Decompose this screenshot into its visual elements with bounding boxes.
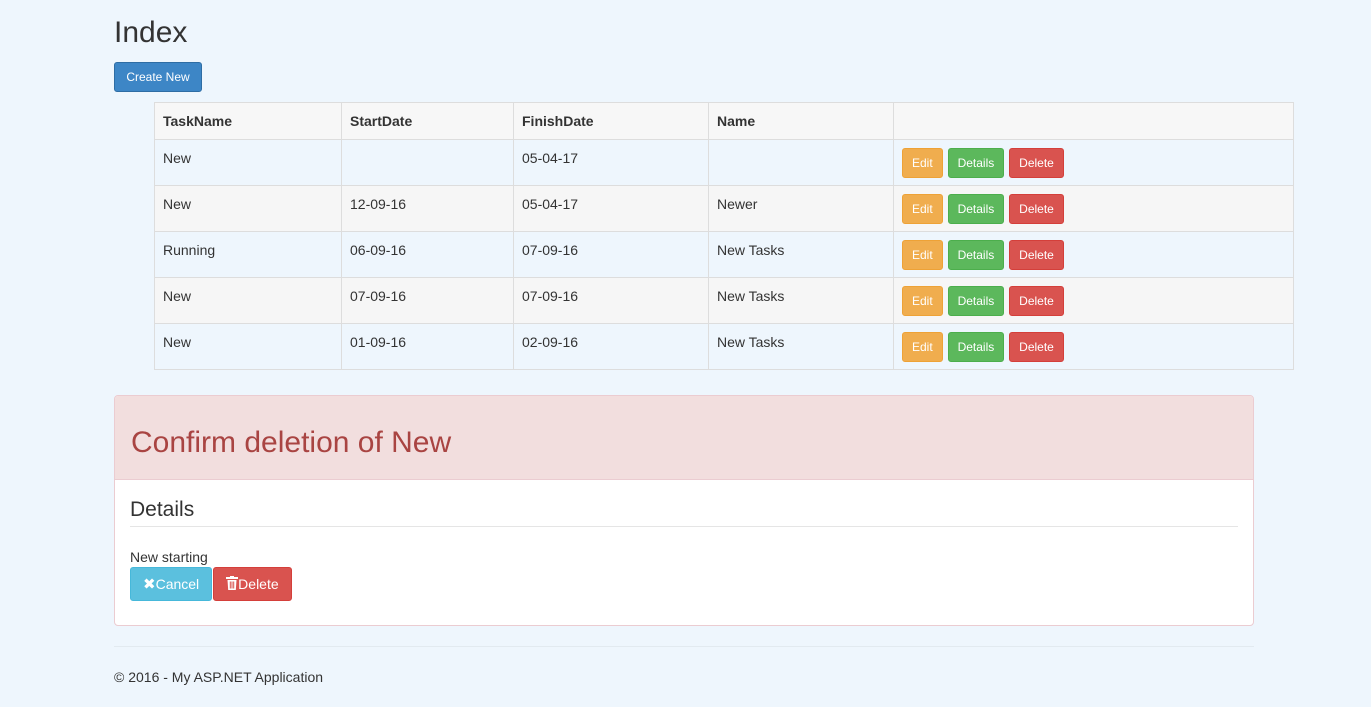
cell-start-date — [341, 139, 514, 186]
cell-actions: Edit Details Delete — [893, 139, 1294, 186]
column-header-name: Name — [708, 102, 894, 140]
cancel-label: Cancel — [155, 576, 200, 592]
remove-icon: ✖ — [143, 576, 156, 593]
cell-task-name: Running — [154, 231, 342, 278]
table-row: Running 06-09-16 07-09-16 New Tasks Edit… — [154, 231, 1294, 278]
details-button[interactable]: Details — [947, 331, 1005, 362]
cell-finish-date: 07-09-16 — [513, 277, 709, 324]
table-header-row: TaskName StartDate FinishDate Name — [154, 102, 1294, 140]
delete-button[interactable]: Delete — [1009, 285, 1064, 316]
cell-task-name: New — [154, 277, 342, 324]
delete-button[interactable]: Delete — [1009, 193, 1064, 224]
delete-button[interactable]: Delete — [1009, 331, 1064, 362]
detail-text: New starting — [130, 549, 208, 565]
cell-start-date: 07-09-16 — [341, 277, 514, 324]
cell-actions: Edit Details Delete — [893, 185, 1294, 232]
edit-button[interactable]: Edit — [902, 239, 943, 270]
confirm-delete-title: Confirm deletion of New — [131, 426, 452, 459]
create-new-button[interactable]: Create New — [114, 62, 202, 92]
page-title: Index — [114, 16, 188, 49]
details-button[interactable]: Details — [947, 285, 1005, 316]
confirm-actions: ✖Cancel Delete — [130, 567, 1238, 601]
cell-actions: Edit Details Delete — [893, 277, 1294, 324]
table-row: New 01-09-16 02-09-16 New Tasks Edit Det… — [154, 323, 1294, 370]
edit-button[interactable]: Edit — [902, 285, 943, 316]
table-row: New 05-04-17 Edit Details Delete — [154, 139, 1294, 186]
panel-heading: Confirm deletion of New — [115, 396, 1253, 480]
confirm-delete-label: Delete — [238, 576, 279, 592]
cell-name: New Tasks — [708, 277, 894, 324]
cell-finish-date: 02-09-16 — [513, 323, 709, 370]
cell-name: New Tasks — [708, 323, 894, 370]
cell-start-date: 01-09-16 — [341, 323, 514, 370]
details-button[interactable]: Details — [947, 239, 1005, 270]
panel-body: Details New starting ✖Cancel Delete — [115, 480, 1253, 601]
details-button[interactable]: Details — [947, 193, 1005, 224]
cancel-button[interactable]: ✖Cancel — [130, 567, 213, 601]
confirm-delete-button[interactable]: Delete — [213, 567, 292, 601]
cell-name: New Tasks — [708, 231, 894, 278]
tasks-table: TaskName StartDate FinishDate Name New 0… — [154, 102, 1294, 370]
cell-name — [708, 139, 894, 186]
delete-button[interactable]: Delete — [1009, 239, 1064, 270]
table-row: New 07-09-16 07-09-16 New Tasks Edit Det… — [154, 277, 1294, 324]
delete-button[interactable]: Delete — [1009, 147, 1064, 178]
details-heading: Details — [130, 480, 1238, 527]
column-header-finishdate: FinishDate — [513, 102, 709, 140]
cell-actions: Edit Details Delete — [893, 231, 1294, 278]
cell-task-name: New — [154, 139, 342, 186]
cell-finish-date: 05-04-17 — [513, 185, 709, 232]
details-button[interactable]: Details — [947, 147, 1005, 178]
trash-icon — [226, 576, 239, 593]
cell-start-date: 12-09-16 — [341, 185, 514, 232]
edit-button[interactable]: Edit — [902, 147, 943, 178]
edit-button[interactable]: Edit — [902, 193, 943, 224]
cell-task-name: New — [154, 185, 342, 232]
footer-text: © 2016 - My ASP.NET Application — [114, 669, 324, 685]
confirm-delete-panel: Confirm deletion of New Details New star… — [114, 395, 1254, 626]
edit-button[interactable]: Edit — [902, 331, 943, 362]
cell-task-name: New — [154, 323, 342, 370]
footer-divider — [114, 646, 1254, 647]
column-header-taskname: TaskName — [154, 102, 342, 140]
table-row: New 12-09-16 05-04-17 Newer Edit Details… — [154, 185, 1294, 232]
column-header-actions — [893, 102, 1294, 140]
column-header-startdate: StartDate — [341, 102, 514, 140]
cell-finish-date: 07-09-16 — [513, 231, 709, 278]
cell-finish-date: 05-04-17 — [513, 139, 709, 186]
cell-name: Newer — [708, 185, 894, 232]
cell-start-date: 06-09-16 — [341, 231, 514, 278]
cell-actions: Edit Details Delete — [893, 323, 1294, 370]
